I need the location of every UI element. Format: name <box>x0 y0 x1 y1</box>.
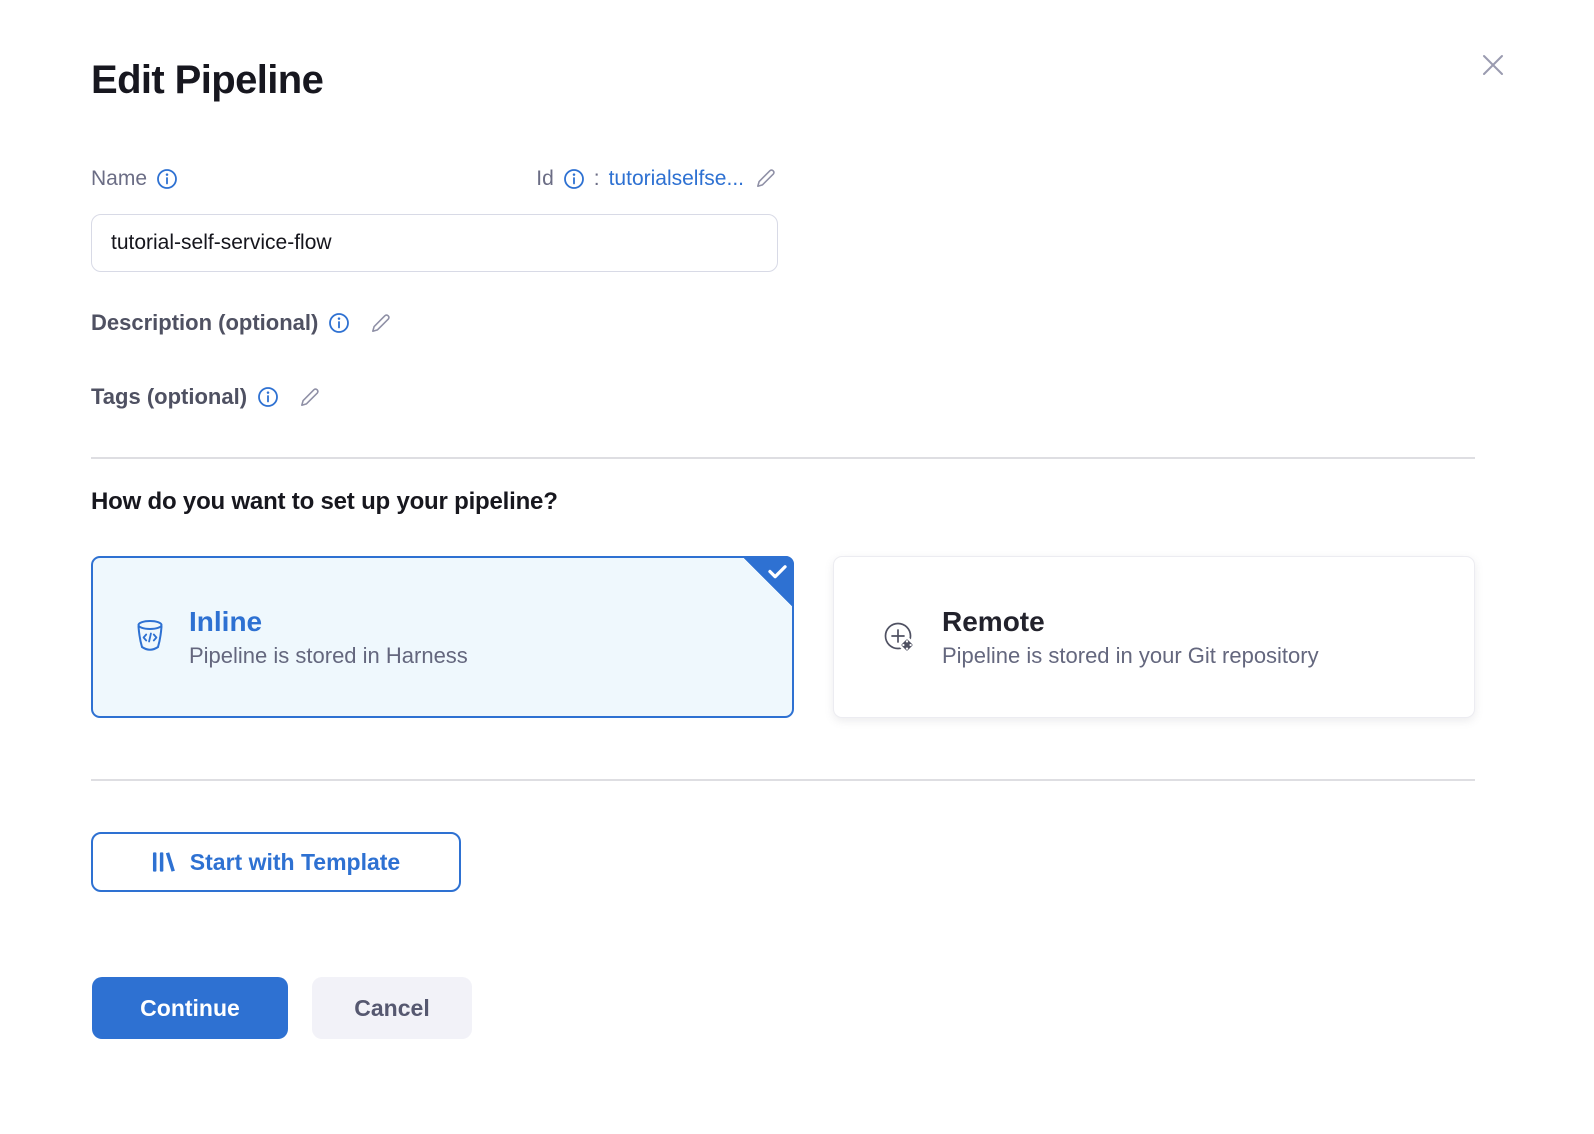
divider <box>91 779 1475 781</box>
cancel-button[interactable]: Cancel <box>312 977 472 1039</box>
page-title: Edit Pipeline <box>91 58 323 103</box>
remote-option-card[interactable]: Remote Pipeline is stored in your Git re… <box>833 556 1475 718</box>
continue-button[interactable]: Continue <box>92 977 288 1039</box>
id-label: Id <box>536 167 554 191</box>
pipeline-id-group: Id : tutorialselfse... <box>536 166 778 191</box>
remote-storage-icon <box>880 618 918 656</box>
tags-label: Tags (optional) <box>91 384 247 410</box>
edit-tags-icon[interactable] <box>297 385 322 410</box>
setup-question: How do you want to set up your pipeline? <box>91 488 558 516</box>
start-with-template-button[interactable]: Start with Template <box>91 832 461 892</box>
inline-storage-icon <box>133 617 167 657</box>
edit-id-icon[interactable] <box>753 166 778 191</box>
inline-card-title: Inline <box>189 606 468 638</box>
edit-description-icon[interactable] <box>368 311 393 336</box>
info-icon[interactable] <box>156 168 178 190</box>
storage-option-cards: Inline Pipeline is stored in Harness <box>91 556 1475 718</box>
check-icon <box>767 563 788 580</box>
edit-pipeline-dialog: Edit Pipeline Name Id : tutorialselfse..… <box>0 0 1594 1134</box>
template-library-icon <box>152 850 177 874</box>
name-id-row: Name Id : tutorialselfse... <box>91 166 778 191</box>
description-label: Description (optional) <box>91 310 318 336</box>
inline-card-text: Inline Pipeline is stored in Harness <box>189 606 468 669</box>
close-button[interactable] <box>1474 46 1512 84</box>
divider <box>91 457 1475 459</box>
info-icon[interactable] <box>328 312 350 334</box>
name-label-group: Name <box>91 167 178 191</box>
info-icon[interactable] <box>257 386 279 408</box>
remote-card-text: Remote Pipeline is stored in your Git re… <box>942 606 1319 669</box>
id-separator: : <box>594 167 600 191</box>
description-row: Description (optional) <box>91 310 393 336</box>
pipeline-name-input[interactable] <box>91 214 778 272</box>
inline-card-description: Pipeline is stored in Harness <box>189 643 468 669</box>
tags-row: Tags (optional) <box>91 384 322 410</box>
remote-card-title: Remote <box>942 606 1319 638</box>
inline-option-card[interactable]: Inline Pipeline is stored in Harness <box>91 556 794 718</box>
pipeline-id-value[interactable]: tutorialselfse... <box>609 167 744 191</box>
start-with-template-label: Start with Template <box>190 849 400 876</box>
selected-badge <box>742 556 794 608</box>
info-icon[interactable] <box>563 168 585 190</box>
name-label: Name <box>91 167 147 191</box>
remote-card-description: Pipeline is stored in your Git repositor… <box>942 643 1319 669</box>
close-icon <box>1477 49 1509 81</box>
